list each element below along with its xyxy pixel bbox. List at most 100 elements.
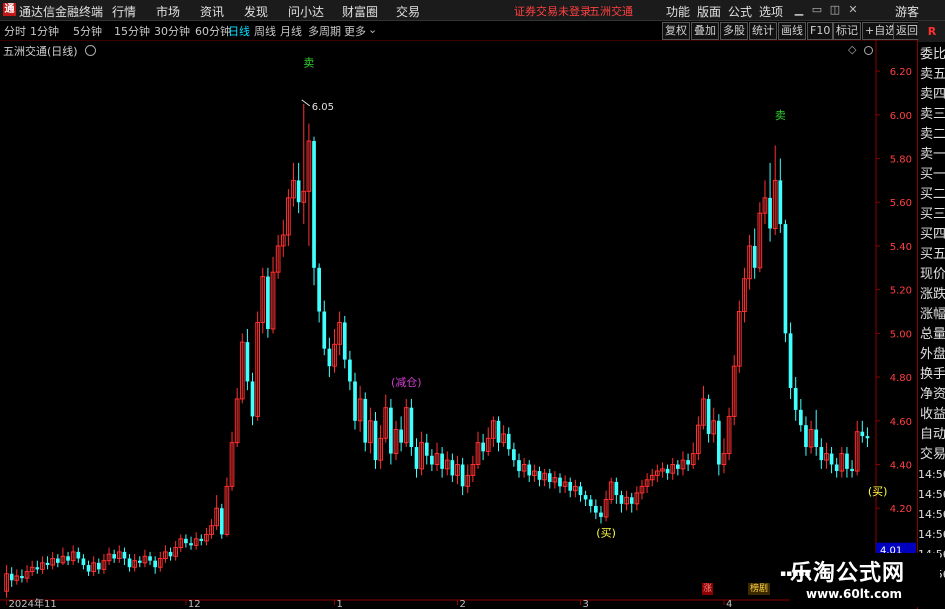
y-tick-label: 4.80 xyxy=(890,373,912,384)
candle-body xyxy=(219,508,224,535)
candle-body xyxy=(199,538,204,541)
menu-item-discover[interactable]: 发现 xyxy=(244,3,268,20)
candle-body xyxy=(168,551,173,557)
quote-field-label: 买四 xyxy=(920,227,945,242)
candle-body xyxy=(788,333,793,389)
menu-item-ask[interactable]: 问小达 xyxy=(288,3,324,20)
candle-body xyxy=(768,197,772,229)
quote-field-label: 买三 xyxy=(920,207,945,222)
candle-body xyxy=(583,495,588,500)
menu-item-trade[interactable]: 交易 xyxy=(396,3,420,20)
period-monthly[interactable]: 月线 xyxy=(280,23,302,39)
period-60min[interactable]: 60分钟 xyxy=(195,23,231,39)
candle-body xyxy=(804,425,808,448)
panel-r-toggle[interactable]: R xyxy=(918,21,945,42)
menu-item-markets[interactable]: 市场 xyxy=(156,3,180,20)
candle-body xyxy=(686,460,690,465)
y-tick-label: 4.60 xyxy=(890,417,912,428)
draw-line-button[interactable]: 画线 xyxy=(778,22,806,40)
candle-body xyxy=(599,512,603,517)
quote-field-label: 卖五 xyxy=(920,67,945,82)
candle-body xyxy=(716,420,721,465)
candle-body xyxy=(588,499,593,507)
menu-function[interactable]: 功能 xyxy=(666,3,690,20)
mark-button[interactable]: 标记 xyxy=(833,22,861,40)
y-tick-label: 5.40 xyxy=(890,242,912,253)
back-button[interactable]: 返回 xyxy=(893,22,921,40)
candle-body xyxy=(778,180,783,225)
x-tick-label: 12 xyxy=(188,599,201,609)
candle-body xyxy=(76,551,81,559)
restore-icon[interactable]: ◫ xyxy=(828,3,842,16)
candle-body xyxy=(850,468,854,472)
settings-dot-icon[interactable] xyxy=(864,46,873,55)
candle-body xyxy=(496,420,501,443)
chevron-down-icon[interactable]: ⌄ xyxy=(368,23,377,36)
candle-body xyxy=(153,560,158,568)
maximize-icon[interactable]: ▭ xyxy=(810,3,824,16)
candle-body xyxy=(829,453,834,465)
menu-layout[interactable]: 版面 xyxy=(697,3,721,20)
period-more[interactable]: 更多 xyxy=(344,23,366,39)
period-5min[interactable]: 5分钟 xyxy=(73,23,102,39)
minimize-icon[interactable]: ▁ xyxy=(792,3,806,16)
menu-item-news[interactable]: 资讯 xyxy=(200,3,224,20)
period-daily[interactable]: 日线 xyxy=(228,23,250,39)
candlestick-chart[interactable]: 6.20 6.00 5.80 5.60 5.40 5.20 5.00 4.80 4.60 4.40… xyxy=(0,40,916,609)
settings-circle-icon[interactable] xyxy=(85,45,97,56)
x-tick-label: 1 xyxy=(337,599,343,609)
quote-field-label: 交易 xyxy=(920,447,945,462)
period-15min[interactable]: 15分钟 xyxy=(114,23,150,39)
candle-body xyxy=(296,180,301,203)
quote-field-label: 委比 xyxy=(920,47,945,62)
candle-body xyxy=(399,429,403,443)
diamond-icon[interactable]: ◇ xyxy=(848,43,856,56)
x-tick-label: 2 xyxy=(459,599,465,609)
candle-body xyxy=(558,477,562,487)
quote-field-label: 现价 xyxy=(920,267,945,282)
candle-body xyxy=(327,348,332,367)
period-1min[interactable]: 1分钟 xyxy=(30,23,59,39)
period-weekly[interactable]: 周线 xyxy=(254,23,276,39)
quote-field-label: 卖三 xyxy=(920,107,945,122)
candle-body xyxy=(814,429,819,448)
candle-body xyxy=(819,447,824,461)
candle-body xyxy=(430,455,434,465)
close-icon[interactable]: ✕ xyxy=(846,3,860,16)
ranking-tag: 榜剧 xyxy=(748,583,770,595)
signal-annotation: (买) xyxy=(596,527,616,540)
app-logo-icon: 通 xyxy=(3,3,16,16)
menu-formula[interactable]: 公式 xyxy=(728,3,752,20)
overlay-button[interactable]: 叠加 xyxy=(691,22,719,40)
adjust-button[interactable]: 复权 xyxy=(662,22,690,40)
user-label[interactable]: 游客 xyxy=(895,3,919,20)
login-status[interactable]: 证券交易未登录 xyxy=(514,3,591,19)
candle-body xyxy=(460,464,465,487)
statistics-button[interactable]: 统计 xyxy=(749,22,777,40)
candle-body xyxy=(66,556,70,561)
candle-body xyxy=(450,460,455,476)
candle-body xyxy=(865,436,870,439)
candle-body xyxy=(665,468,670,474)
candle-body xyxy=(312,141,316,268)
f10-button[interactable]: F10 xyxy=(807,22,834,40)
candle-body xyxy=(706,398,711,434)
security-name-link[interactable]: 五洲交通 xyxy=(589,3,633,19)
candle-body xyxy=(614,481,619,496)
menu-item-wealth[interactable]: 财富圈 xyxy=(342,3,378,20)
menu-options[interactable]: 选项 xyxy=(759,3,783,20)
candle-body xyxy=(752,245,757,268)
quote-field-label: 买一 xyxy=(920,167,945,182)
candle-body xyxy=(414,447,419,469)
y-tick-label: 4.40 xyxy=(890,461,912,472)
period-multi[interactable]: 多周期 xyxy=(308,23,341,39)
multi-stock-button[interactable]: 多股 xyxy=(720,22,748,40)
limit-up-tag: 涨 xyxy=(702,583,713,595)
candle-body xyxy=(517,460,521,472)
period-timeshare[interactable]: 分时 xyxy=(4,23,26,39)
quote-field-label: 总量 xyxy=(920,327,945,342)
candle-body xyxy=(619,495,624,504)
period-30min[interactable]: 30分钟 xyxy=(154,23,190,39)
y-tick-label: 4.20 xyxy=(890,504,912,515)
menu-item-market[interactable]: 行情 xyxy=(112,3,136,20)
